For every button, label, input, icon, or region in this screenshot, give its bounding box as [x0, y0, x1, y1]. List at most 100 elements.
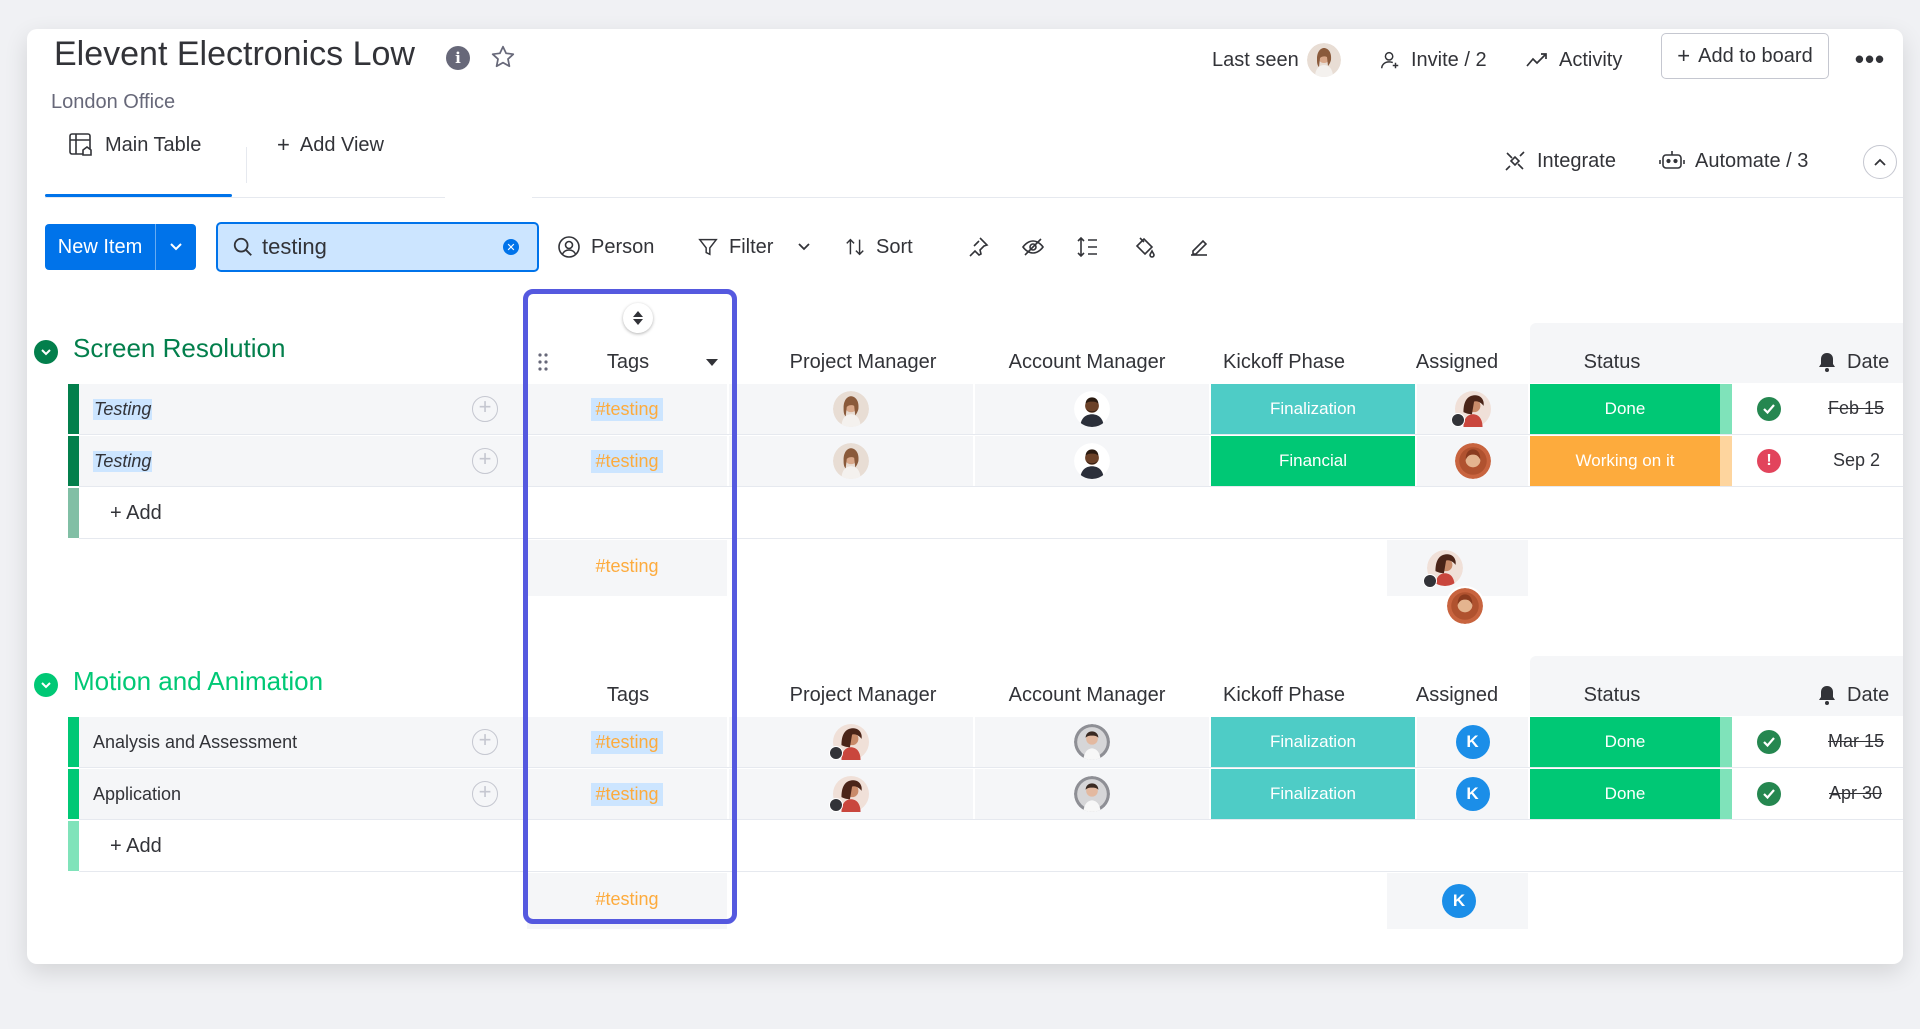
account-manager-cell[interactable] — [975, 384, 1209, 434]
account-manager-cell[interactable] — [975, 717, 1209, 767]
status-cell[interactable]: Done — [1530, 717, 1720, 767]
group-title[interactable]: Motion and Animation — [73, 666, 323, 697]
add-item-button[interactable]: + Add — [110, 488, 162, 538]
item-name[interactable]: Analysis and Assessment — [79, 717, 523, 767]
account-manager-avatar[interactable] — [1074, 391, 1110, 427]
new-item-dropdown[interactable] — [155, 224, 196, 270]
activity-label: Activity — [1559, 48, 1623, 71]
column-header-kickoff-phase[interactable]: Kickoff Phase — [1184, 675, 1384, 715]
add-to-board-button[interactable]: + Add to board — [1661, 33, 1829, 79]
account-manager-cell[interactable] — [975, 436, 1209, 486]
column-header-project-manager[interactable]: Project Manager — [753, 342, 973, 382]
group-collapse-icon[interactable] — [34, 673, 58, 697]
kickoff-phase-cell[interactable]: Finalization — [1211, 769, 1415, 819]
row-height-icon[interactable] — [1071, 230, 1105, 264]
automate-button[interactable]: Automate / 3 — [1659, 145, 1808, 177]
account-manager-cell[interactable] — [975, 769, 1209, 819]
column-header-account-manager[interactable]: Account Manager — [977, 675, 1197, 715]
integrate-button[interactable]: Integrate — [1503, 145, 1616, 177]
item-name-text[interactable]: Analysis and Assessment — [93, 732, 297, 753]
assigned-avatar[interactable]: K — [1455, 777, 1490, 811]
pin-icon[interactable] — [961, 230, 995, 264]
status-cell[interactable]: Done — [1530, 769, 1720, 819]
bell-icon — [1819, 353, 1835, 372]
project-manager-cell[interactable] — [729, 384, 973, 434]
kickoff-phase-cell[interactable]: Finalization — [1211, 384, 1415, 434]
column-header-status[interactable]: Status — [1532, 342, 1692, 382]
sort-button[interactable]: Sort — [844, 230, 913, 264]
project-manager-cell[interactable] — [729, 717, 973, 767]
activity-button[interactable]: Activity — [1525, 44, 1622, 76]
item-name[interactable]: Application — [79, 769, 523, 819]
assigned-cell[interactable] — [1417, 436, 1528, 486]
tab-main-table[interactable]: Main Table — [45, 127, 201, 163]
clear-search-icon[interactable]: ✕ — [503, 239, 519, 255]
column-header-date[interactable]: Date — [1817, 342, 1889, 382]
edit-icon[interactable] — [1182, 230, 1216, 264]
project-manager-cell[interactable] — [729, 769, 973, 819]
item-name-text[interactable]: Testing — [93, 450, 153, 472]
hide-icon[interactable] — [1016, 230, 1050, 264]
more-options-icon[interactable]: ••• — [1854, 44, 1886, 74]
kickoff-phase-cell[interactable]: Finalization — [1211, 717, 1415, 767]
assigned-cell[interactable] — [1417, 384, 1528, 434]
board-description[interactable]: London Office — [51, 91, 175, 114]
add-item-button[interactable]: + Add — [110, 821, 162, 871]
column-header-status[interactable]: Status — [1532, 675, 1692, 715]
status-cell[interactable]: Done — [1530, 384, 1720, 434]
star-icon[interactable] — [488, 42, 518, 72]
project-manager-avatar[interactable] — [833, 391, 869, 427]
open-updates-icon[interactable]: + — [472, 781, 498, 807]
assigned-avatar[interactable]: K — [1455, 725, 1490, 759]
new-item-label[interactable]: New Item — [45, 224, 155, 270]
tab-divider — [246, 147, 247, 183]
account-manager-avatar[interactable] — [1074, 443, 1110, 479]
column-header-kickoff-phase[interactable]: Kickoff Phase — [1184, 342, 1384, 382]
filter-button[interactable]: Filter — [697, 230, 811, 264]
add-view-button[interactable]: + Add View — [277, 127, 384, 163]
info-icon[interactable]: i — [446, 46, 470, 70]
date-value[interactable]: Feb 15 — [1828, 398, 1884, 419]
account-manager-avatar[interactable] — [1074, 724, 1110, 760]
invite-button[interactable]: Invite / 2 — [1379, 44, 1487, 76]
last-seen[interactable]: Last seen — [1212, 43, 1341, 77]
search-value[interactable]: testing — [262, 234, 495, 260]
collapse-header-button[interactable] — [1863, 145, 1897, 179]
board-title[interactable]: Elevent Electronics Low — [54, 35, 415, 74]
kickoff-phase-cell[interactable]: Financial — [1211, 436, 1415, 486]
date-value[interactable]: Apr 30 — [1829, 783, 1882, 804]
project-manager-avatar[interactable] — [833, 443, 869, 479]
date-value[interactable]: Mar 15 — [1828, 731, 1884, 752]
assigned-cell[interactable]: K — [1417, 769, 1528, 819]
item-name[interactable]: Testing — [79, 384, 523, 434]
column-header-date[interactable]: Date — [1817, 675, 1889, 715]
person-add-icon — [1379, 49, 1401, 71]
chevron-down-icon[interactable] — [797, 242, 811, 252]
column-sort-handle[interactable] — [623, 303, 653, 333]
group-collapse-icon[interactable] — [34, 340, 58, 364]
open-updates-icon[interactable]: + — [472, 396, 498, 422]
assigned-cell[interactable]: K — [1417, 717, 1528, 767]
date-value[interactable]: Sep 2 — [1833, 450, 1880, 471]
open-updates-icon[interactable]: + — [472, 448, 498, 474]
open-updates-icon[interactable]: + — [472, 729, 498, 755]
project-manager-cell[interactable] — [729, 436, 973, 486]
assigned-avatar[interactable] — [1454, 443, 1491, 479]
item-name-text[interactable]: Application — [93, 784, 181, 805]
project-manager-avatar[interactable] — [829, 724, 869, 760]
column-header-assigned[interactable]: Assigned — [1387, 342, 1527, 382]
new-item-button[interactable]: New Item — [45, 224, 196, 270]
group-title[interactable]: Screen Resolution — [73, 333, 285, 364]
color-fill-icon[interactable] — [1127, 230, 1161, 264]
column-header-account-manager[interactable]: Account Manager — [977, 342, 1197, 382]
column-header-assigned[interactable]: Assigned — [1387, 675, 1527, 715]
item-name-text[interactable]: Testing — [93, 398, 153, 420]
account-manager-avatar[interactable] — [1074, 776, 1110, 812]
column-header-project-manager[interactable]: Project Manager — [753, 675, 973, 715]
search-input[interactable]: testing ✕ — [216, 222, 539, 272]
status-cell[interactable]: Working on it — [1530, 436, 1720, 486]
assigned-avatar[interactable] — [1450, 391, 1491, 427]
person-filter-button[interactable]: Person — [557, 230, 654, 264]
item-name[interactable]: Testing — [79, 436, 523, 486]
project-manager-avatar[interactable] — [829, 776, 869, 812]
